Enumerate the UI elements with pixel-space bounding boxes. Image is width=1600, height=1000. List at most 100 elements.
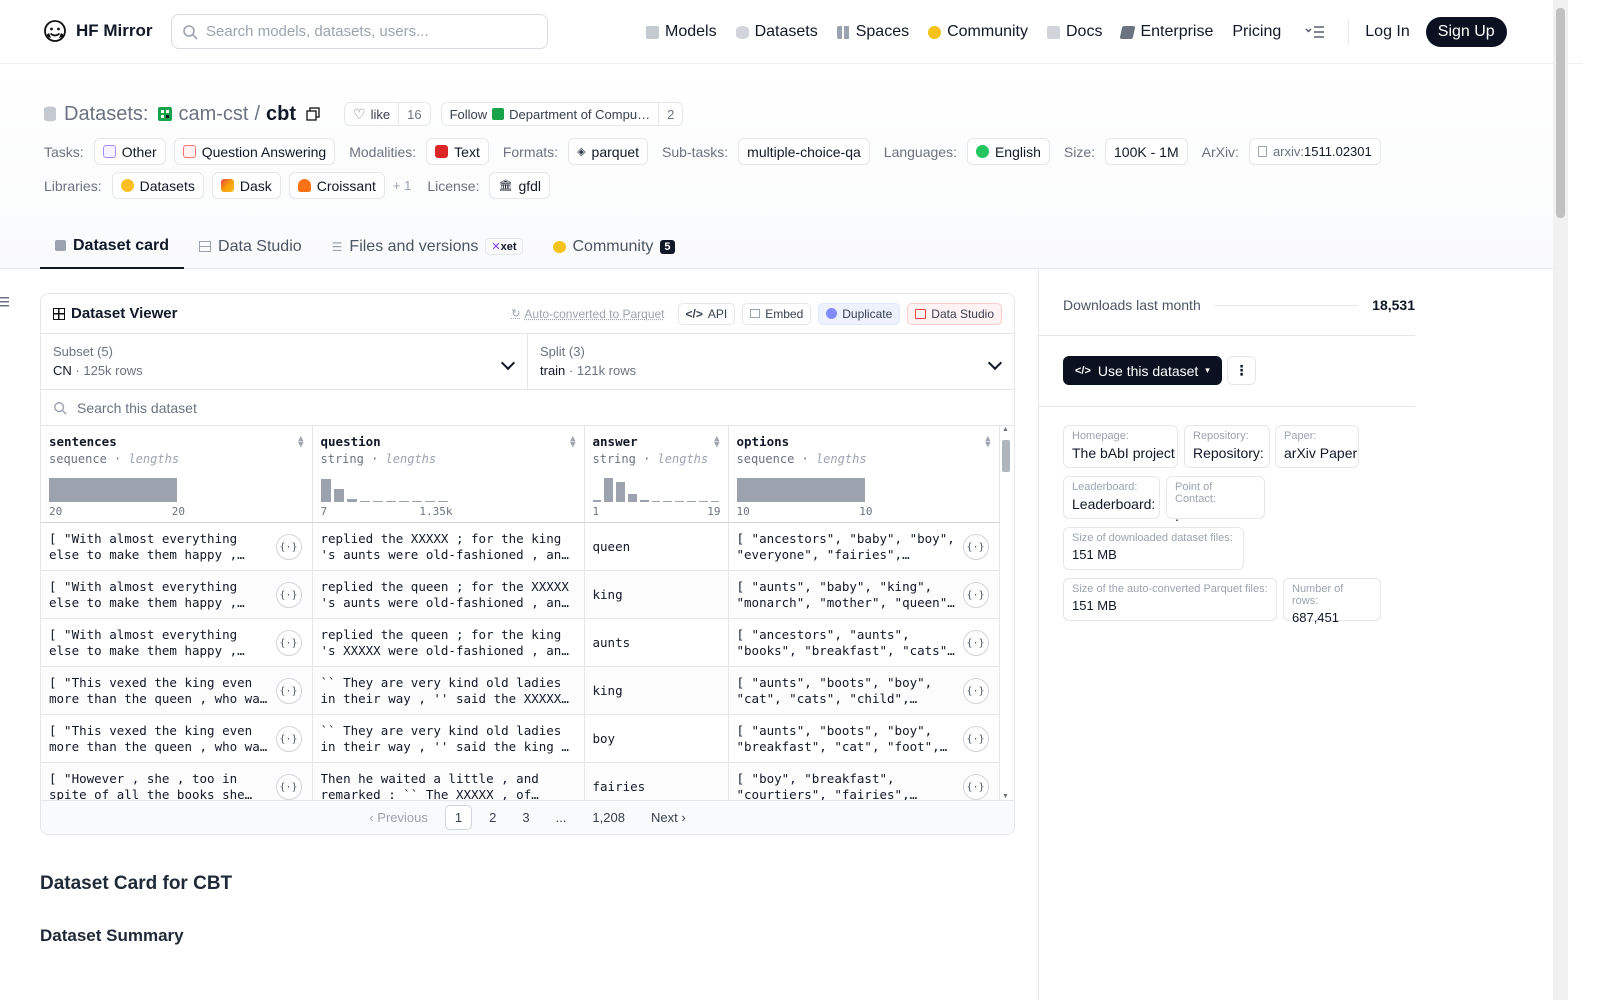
page-1-button[interactable]: 1 bbox=[444, 805, 473, 830]
dataset-name[interactable]: cbt bbox=[266, 103, 296, 126]
cell-options[interactable]: [ "aunts", "boots", "boy", "breakfast", … bbox=[728, 714, 1000, 763]
sort-icon[interactable]: ▲ ▼ bbox=[298, 435, 303, 450]
use-this-dataset-button[interactable]: </> Use this dataset ▾ bbox=[1063, 356, 1222, 385]
follow-segment[interactable]: Follow Department of Compu… bbox=[442, 103, 658, 125]
cell-options[interactable]: [ "aunts", "baby", "king", "monarch", "m… bbox=[728, 570, 1000, 619]
like-button[interactable]: ♡ like 16 bbox=[344, 102, 431, 126]
grid-scrollbar-thumb[interactable] bbox=[1002, 440, 1010, 472]
global-search-input[interactable]: Search models, datasets, users... bbox=[171, 14, 548, 49]
paper-value[interactable]: arXiv Paper bbox=[1284, 445, 1357, 461]
data-studio-button[interactable]: Data Studio bbox=[907, 302, 1002, 325]
cell-sentences[interactable]: [ "With almost everything else to make t… bbox=[41, 618, 313, 667]
column-header-sentences[interactable]: sentences sequence · lengths ▲ ▼ 20 20 bbox=[41, 426, 313, 523]
cell-answer[interactable]: aunts bbox=[584, 618, 729, 667]
repository-value[interactable]: Repository: bbox=[1193, 445, 1264, 461]
last-page-button[interactable]: 1,208 bbox=[583, 806, 634, 829]
histogram-bar[interactable] bbox=[346, 499, 357, 502]
subset-select[interactable]: Subset (5) CN · 125k rows bbox=[41, 334, 527, 389]
tag-size[interactable]: 100K - 1M bbox=[1105, 138, 1188, 165]
leaderboard-card[interactable]: Leaderboard: Leaderboard: bbox=[1063, 476, 1160, 519]
expand-json-icon[interactable]: {·} bbox=[962, 630, 989, 656]
sidebar-toggle-icon[interactable] bbox=[0, 297, 9, 309]
datasets-prefix[interactable]: Datasets: bbox=[64, 103, 148, 126]
cell-question[interactable]: `` They are very kind old ladies in thei… bbox=[312, 714, 585, 763]
tag-language-english[interactable]: English bbox=[966, 138, 1050, 165]
histogram-bar[interactable] bbox=[385, 501, 396, 502]
cell-answer[interactable]: queen bbox=[584, 522, 729, 571]
cell-sentences[interactable]: [ "With almost everything else to make t… bbox=[41, 522, 313, 571]
dataset-search-input[interactable]: Search this dataset bbox=[41, 390, 1014, 426]
cell-options[interactable]: [ "ancestors", "baby", "boy", "everyone"… bbox=[728, 522, 1000, 571]
sort-icon[interactable]: ▲ ▼ bbox=[570, 435, 575, 450]
expand-json-icon[interactable]: {·} bbox=[275, 774, 302, 800]
auto-converted-link[interactable]: ↻ Auto-converted to Parquet bbox=[511, 307, 664, 321]
histogram-bar[interactable] bbox=[736, 478, 865, 502]
tab-files-and-versions[interactable]: ☰ Files and versions ✕xet bbox=[317, 224, 538, 269]
expand-json-icon[interactable]: {·} bbox=[275, 726, 302, 752]
histogram-bar[interactable] bbox=[604, 478, 614, 502]
tag-arxiv[interactable]: arxiv:1511.02301 bbox=[1248, 138, 1381, 165]
nav-models[interactable]: Models bbox=[646, 23, 717, 41]
nav-docs[interactable]: Docs bbox=[1047, 23, 1102, 41]
cell-question[interactable]: replied the XXXXX ; for the king 's aunt… bbox=[312, 522, 585, 571]
nav-community[interactable]: Community bbox=[928, 23, 1028, 41]
split-select[interactable]: Split (3) train · 121k rows bbox=[527, 334, 1014, 389]
previous-page-button[interactable]: ‹ Previous bbox=[360, 806, 437, 829]
tag-library-dask[interactable]: Dask bbox=[211, 172, 281, 199]
expand-json-icon[interactable]: {·} bbox=[275, 582, 302, 608]
column-header-question[interactable]: question string · lengths ▲ ▼ 7 1.35k bbox=[312, 426, 585, 523]
table-row[interactable]: [ "This vexed the king even more than th… bbox=[41, 666, 1000, 715]
page-2-button[interactable]: 2 bbox=[480, 806, 505, 829]
histogram-bar[interactable] bbox=[398, 501, 409, 502]
cell-answer[interactable]: boy bbox=[584, 714, 729, 763]
signup-button[interactable]: Sign Up bbox=[1425, 17, 1507, 47]
histogram-bar[interactable] bbox=[372, 501, 383, 502]
table-row[interactable]: [ "With almost everything else to make t… bbox=[41, 570, 1000, 619]
column-header-answer[interactable]: answer string · lengths ▲ ▼ 1 19 bbox=[584, 426, 729, 523]
page-scrollbar[interactable] bbox=[1553, 0, 1568, 1000]
histogram-bar[interactable] bbox=[333, 489, 344, 502]
column-header-options[interactable]: options sequence · lengths ▲ ▼ 10 10 bbox=[728, 426, 1000, 523]
cell-question[interactable]: `` They are very kind old ladies in thei… bbox=[312, 666, 585, 715]
libraries-more[interactable]: + 1 bbox=[393, 178, 411, 193]
point-of-contact-card[interactable]: Point of Contact: . bbox=[1166, 476, 1265, 524]
tag-task-qa[interactable]: Question Answering bbox=[173, 138, 336, 165]
cell-options[interactable]: [ "aunts", "boots", "boy", "cat", "cats"… bbox=[728, 666, 1000, 715]
copy-icon[interactable] bbox=[306, 107, 320, 121]
tag-license-gfdl[interactable]: 🏛 gfdl bbox=[489, 172, 551, 199]
histogram-bar[interactable] bbox=[424, 501, 435, 502]
page-3-button[interactable]: 3 bbox=[513, 806, 538, 829]
histogram-bar[interactable] bbox=[437, 501, 448, 502]
cell-answer[interactable]: king bbox=[584, 666, 729, 715]
more-menu-button[interactable] bbox=[1304, 22, 1326, 42]
histogram-bar[interactable] bbox=[651, 501, 661, 502]
contact-value[interactable]: . bbox=[1175, 508, 1256, 524]
tag-task-other[interactable]: Other bbox=[93, 138, 166, 165]
duplicate-button[interactable]: Duplicate bbox=[818, 302, 901, 325]
login-link[interactable]: Log In bbox=[1365, 23, 1409, 41]
cell-answer[interactable]: king bbox=[584, 570, 729, 619]
follow-button[interactable]: Follow Department of Compu… 2 bbox=[440, 102, 684, 126]
nav-spaces[interactable]: Spaces bbox=[836, 23, 909, 41]
cell-sentences[interactable]: [ "With almost everything else to make t… bbox=[41, 570, 313, 619]
table-row[interactable]: [ "With almost everything else to make t… bbox=[41, 618, 1000, 667]
nav-pricing[interactable]: Pricing bbox=[1232, 23, 1281, 41]
table-row[interactable]: [ "With almost everything else to make t… bbox=[41, 522, 1000, 571]
sort-icon[interactable]: ▲ ▼ bbox=[714, 435, 719, 450]
expand-json-icon[interactable]: {·} bbox=[962, 678, 989, 704]
histogram-bar[interactable] bbox=[698, 501, 708, 502]
tab-dataset-card[interactable]: Dataset card bbox=[40, 224, 185, 269]
tag-modality-text[interactable]: Text bbox=[426, 138, 489, 165]
scroll-up-icon[interactable]: ▲ bbox=[1002, 426, 1009, 433]
more-options-button[interactable]: ⋮ bbox=[1227, 356, 1256, 385]
like-segment[interactable]: ♡ like bbox=[345, 103, 398, 125]
homepage-value[interactable]: The bAbI project bbox=[1072, 445, 1175, 461]
histogram-bar[interactable] bbox=[411, 501, 422, 502]
scroll-down-icon[interactable]: ▼ bbox=[1002, 793, 1009, 800]
tab-data-studio[interactable]: Data Studio bbox=[184, 224, 317, 269]
histogram-bar[interactable] bbox=[616, 482, 625, 502]
repository-card[interactable]: Repository: Repository: bbox=[1184, 425, 1270, 468]
tag-library-datasets[interactable]: Datasets bbox=[111, 172, 204, 199]
histogram-bar[interactable] bbox=[592, 500, 602, 502]
expand-json-icon[interactable]: {·} bbox=[275, 630, 302, 656]
